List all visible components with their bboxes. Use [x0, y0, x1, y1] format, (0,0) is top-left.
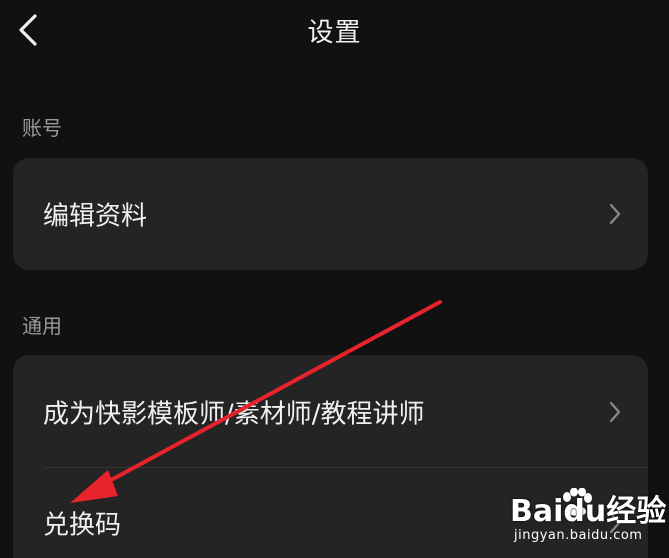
settings-item-label: 成为快影模板师/素材师/教程讲师	[43, 399, 425, 430]
settings-screen: 设置 账号 编辑资料 通用 成为快影模板师/素材师/教程讲师 兑换码 Baidu…	[0, 0, 669, 558]
watermark-logo: Baidu经验	[510, 494, 667, 529]
page-title: 设置	[307, 18, 362, 48]
settings-item-label: 兑换码	[43, 510, 122, 541]
header-bar: 设置	[0, 0, 669, 62]
chevron-right-icon	[609, 401, 621, 423]
section-label-account: 账号	[22, 116, 62, 140]
chevron-right-icon	[609, 203, 621, 225]
settings-item-become-creator[interactable]: 成为快影模板师/素材师/教程讲师	[13, 357, 648, 467]
baidu-watermark: Baidu经验 jingyan.baidu.com	[510, 486, 666, 552]
section-label-general: 通用	[22, 314, 62, 338]
watermark-url: jingyan.baidu.com	[514, 528, 643, 543]
account-card: 编辑资料	[13, 158, 648, 270]
settings-item-edit-profile[interactable]: 编辑资料	[13, 159, 648, 269]
settings-item-label: 编辑资料	[43, 201, 148, 232]
